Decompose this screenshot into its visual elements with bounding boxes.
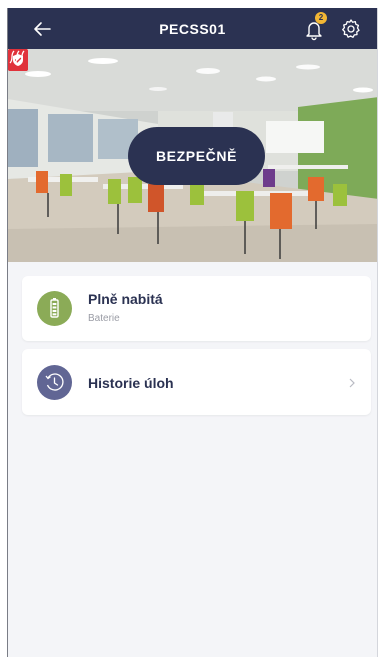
security-status-button[interactable]: BEZPEČNĚ	[128, 127, 265, 185]
battery-icon-circle	[37, 291, 72, 326]
battery-status: Plně nabitá	[88, 291, 163, 307]
top-bar: PECSS01 2	[8, 8, 377, 49]
camera-view[interactable]: BEZPEČNĚ	[8, 49, 377, 262]
app-screen: PECSS01 2 BEZPEČNĚ Plně nabitá Baterie H…	[7, 8, 378, 657]
battery-icon	[50, 298, 59, 318]
clock-history-icon	[45, 373, 64, 391]
battery-label: Baterie	[88, 313, 120, 324]
task-history-label: Historie úloh	[88, 375, 174, 391]
signal-waves-icon[interactable]	[8, 49, 26, 65]
history-icon-circle	[37, 365, 72, 400]
chevron-right-icon	[349, 378, 355, 388]
task-history-card[interactable]: Historie úloh	[22, 349, 371, 415]
battery-card: Plně nabitá Baterie	[22, 276, 371, 341]
gear-icon[interactable]	[339, 17, 363, 41]
notification-badge: 2	[315, 12, 327, 24]
